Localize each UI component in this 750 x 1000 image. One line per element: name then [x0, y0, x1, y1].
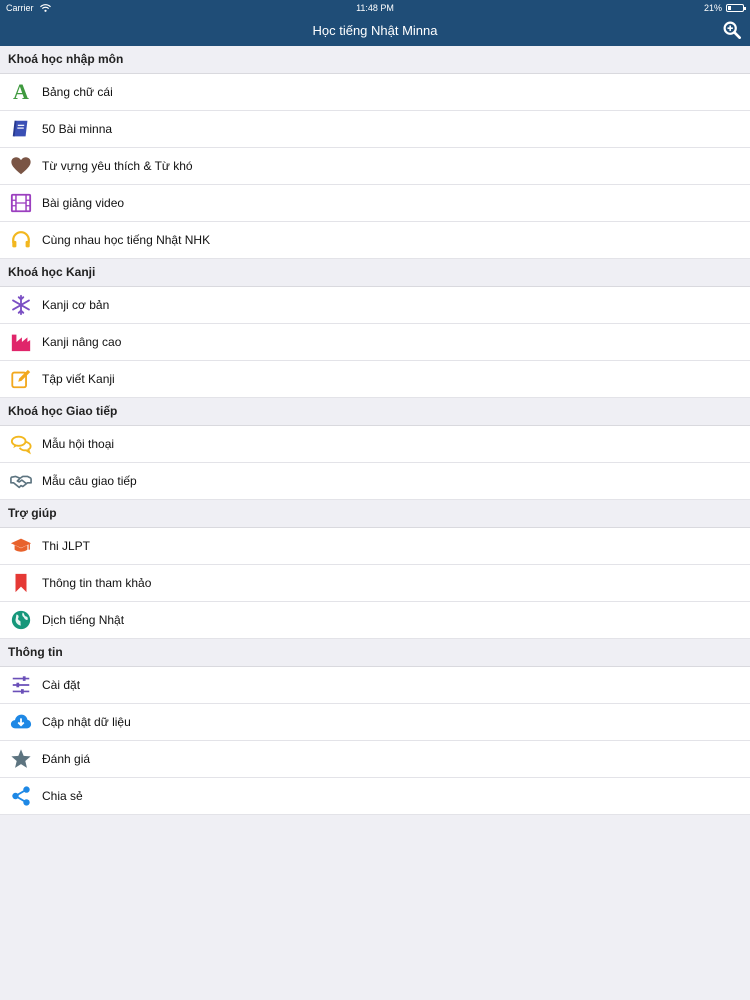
menu-item-basic-kanji[interactable]: Kanji cơ bản [0, 287, 750, 324]
menu-item-alphabet[interactable]: A Bảng chữ cái [0, 74, 750, 111]
handshake-icon [8, 468, 34, 494]
menu-item-label: Bảng chữ cái [42, 85, 113, 99]
letter-a-icon: A [13, 79, 29, 104]
menu-item-share[interactable]: Chia sẻ [0, 778, 750, 815]
menu-item-label: Tập viết Kanji [42, 372, 115, 386]
menu-item-phrases[interactable]: Mẫu câu giao tiếp [0, 463, 750, 500]
chat-bubbles-icon [8, 431, 34, 457]
sliders-icon [8, 672, 34, 698]
menu-item-update-data[interactable]: Cập nhật dữ liệu [0, 704, 750, 741]
bookmark-icon [8, 570, 34, 596]
status-bar: Carrier 11:48 PM 21% [0, 0, 750, 16]
menu-item-translate[interactable]: Dịch tiếng Nhật [0, 602, 750, 639]
menu-item-reference[interactable]: Thông tin tham khảo [0, 565, 750, 602]
menu-item-label: Cùng nhau học tiếng Nhật NHK [42, 233, 211, 247]
menu-item-label: Đánh giá [42, 752, 91, 766]
menu-item-label: 50 Bài minna [42, 122, 113, 136]
menu-item-label: Dịch tiếng Nhật [42, 613, 125, 627]
graduation-cap-icon [8, 533, 34, 559]
cloud-download-icon [8, 709, 34, 735]
globe-icon [8, 607, 34, 633]
section-header-communication: Khoá học Giao tiếp [0, 398, 750, 426]
menu-item-label: Bài giảng video [42, 196, 125, 210]
menu-item-label: Kanji cơ bản [42, 298, 110, 312]
menu-list: Khoá học nhập môn A Bảng chữ cái 50 Bài … [0, 46, 750, 815]
snowflake-icon [8, 292, 34, 318]
menu-item-label: Chia sẻ [42, 789, 83, 803]
menu-item-kanji-writing[interactable]: Tập viết Kanji [0, 361, 750, 398]
star-icon [8, 746, 34, 772]
page-title: Học tiếng Nhật Minna [312, 23, 438, 38]
menu-item-video-lectures[interactable]: Bài giảng video [0, 185, 750, 222]
factory-icon [8, 329, 34, 355]
menu-item-advanced-kanji[interactable]: Kanji nâng cao [0, 324, 750, 361]
section-header-kanji: Khoá học Kanji [0, 259, 750, 287]
menu-item-label: Cài đặt [42, 678, 81, 692]
menu-item-label: Mẫu hội thoại [42, 437, 115, 451]
menu-item-label: Từ vựng yêu thích & Từ khó [42, 159, 193, 173]
navigation-bar: Carrier 11:48 PM 21% Học tiếng Nhật Minn… [0, 0, 750, 46]
headphones-icon [8, 227, 34, 253]
edit-pencil-icon [8, 366, 34, 392]
battery-fill [728, 6, 731, 10]
battery-icon [726, 4, 746, 12]
section-header-info: Thông tin [0, 639, 750, 667]
menu-item-rate[interactable]: Đánh giá [0, 741, 750, 778]
clock: 11:48 PM [356, 3, 394, 13]
battery-indicator: 21% [703, 3, 746, 13]
menu-item-50-lessons[interactable]: 50 Bài minna [0, 111, 750, 148]
battery-percent: 21% [703, 3, 722, 13]
section-header-intro: Khoá học nhập môn [0, 46, 750, 74]
share-icon [8, 783, 34, 809]
section-header-help: Trợ giúp [0, 500, 750, 528]
menu-item-jlpt[interactable]: Thi JLPT [0, 528, 750, 565]
menu-item-nhk[interactable]: Cùng nhau học tiếng Nhật NHK [0, 222, 750, 259]
menu-item-settings[interactable]: Cài đặt [0, 667, 750, 704]
film-icon [8, 190, 34, 216]
menu-item-favorite-vocab[interactable]: Từ vựng yêu thích & Từ khó [0, 148, 750, 185]
menu-item-label: Cập nhật dữ liệu [42, 715, 131, 729]
search-zoom-icon[interactable] [723, 21, 741, 39]
heart-icon [8, 153, 34, 179]
menu-item-dialogues[interactable]: Mẫu hội thoại [0, 426, 750, 463]
menu-item-label: Mẫu câu giao tiếp [42, 474, 137, 488]
menu-item-label: Kanji nâng cao [42, 335, 122, 349]
menu-item-label: Thông tin tham khảo [42, 576, 152, 590]
book-icon [8, 116, 34, 142]
menu-item-label: Thi JLPT [42, 539, 91, 553]
